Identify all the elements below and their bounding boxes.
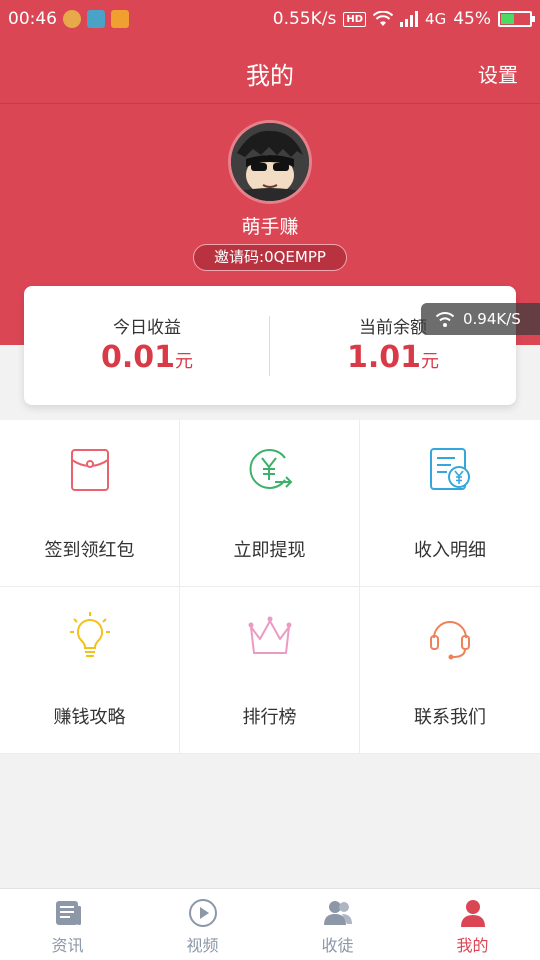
grid-item-label: 赚钱攻略: [53, 707, 126, 728]
tab-news[interactable]: 资讯: [0, 889, 135, 960]
network-speed: 0.55K/s: [272, 9, 337, 29]
status-bar: 00:46 0.55K/s HD 4G 45%: [0, 0, 540, 38]
signal-icon: [400, 11, 419, 27]
notification-scan-icon: [87, 10, 105, 28]
today-earnings-label: 今日收益: [113, 318, 181, 338]
crown-icon: [248, 616, 292, 654]
tab-label: 收徒: [321, 936, 354, 955]
today-earnings-amount: 0.01: [100, 340, 176, 375]
current-balance-amount: 1.01: [346, 340, 422, 375]
news-icon: [55, 901, 81, 925]
grid-item-label: 签到领红包: [44, 540, 135, 561]
wifi-icon: [435, 312, 455, 327]
battery-icon: [498, 11, 535, 27]
today-earnings-unit: 元: [175, 351, 194, 372]
income-detail-icon: [430, 448, 470, 490]
current-balance-unit: 元: [421, 351, 440, 372]
notification-app2-icon: [111, 10, 129, 28]
tab-apprentice[interactable]: 收徒: [270, 889, 405, 960]
invite-code-badge[interactable]: 邀请码:0QEMPP: [193, 244, 347, 271]
grid-item-leaderboard[interactable]: 排行榜: [180, 587, 360, 754]
notification-app-icon: [63, 10, 81, 28]
profile-icon: [460, 900, 485, 927]
grid-item-sign-in-red-packet[interactable]: 签到领红包: [0, 420, 180, 587]
speed-overlay-value: 0.94K/S: [463, 310, 521, 328]
speed-overlay[interactable]: 0.94K/S: [421, 303, 540, 335]
battery-fill: [501, 14, 514, 24]
wifi-icon: [373, 11, 394, 26]
tab-label: 视频: [186, 936, 219, 955]
grid-item-contact-us[interactable]: 联系我们: [360, 587, 540, 754]
grid-item-label: 立即提现: [233, 540, 306, 561]
headset-icon: [430, 621, 470, 660]
tab-video[interactable]: 视频: [135, 889, 270, 960]
tab-label: 资讯: [51, 936, 84, 955]
grid-item-label: 排行榜: [242, 707, 297, 728]
username: 萌手赚: [241, 216, 299, 238]
page-title: 我的: [246, 62, 294, 90]
withdraw-icon: [249, 449, 293, 489]
status-time: 00:46: [8, 9, 57, 29]
function-grid: 签到领红包 立即提现 收入明细 赚钱攻略 排行榜 联系我们: [0, 420, 540, 754]
today-earnings[interactable]: 今日收益 0.01元: [24, 286, 270, 405]
avatar[interactable]: [228, 120, 312, 204]
grid-item-label: 联系我们: [414, 707, 486, 728]
grid-item-income-detail[interactable]: 收入明细: [360, 420, 540, 587]
avatar-image: [231, 123, 309, 201]
current-balance-value: 1.01元: [270, 340, 516, 375]
red-envelope-icon: [71, 449, 109, 491]
bottom-tab-bar: 资讯 视频 收徒 我的: [0, 888, 540, 960]
video-icon: [188, 899, 217, 927]
apprentice-icon: [323, 901, 352, 925]
settings-button[interactable]: 设置: [478, 59, 518, 88]
grid-item-withdraw[interactable]: 立即提现: [180, 420, 360, 587]
tab-label: 我的: [456, 936, 489, 955]
hd-icon: HD: [343, 11, 367, 27]
grid-item-earning-guide[interactable]: 赚钱攻略: [0, 587, 180, 754]
tab-mine[interactable]: 我的: [405, 889, 540, 960]
lightbulb-icon: [70, 612, 110, 657]
battery-percent: 45%: [453, 9, 491, 29]
header: 我的 设置: [0, 38, 540, 104]
today-earnings-value: 0.01元: [24, 340, 270, 375]
grid-item-label: 收入明细: [414, 540, 486, 561]
signal-type: 4G: [425, 10, 447, 28]
